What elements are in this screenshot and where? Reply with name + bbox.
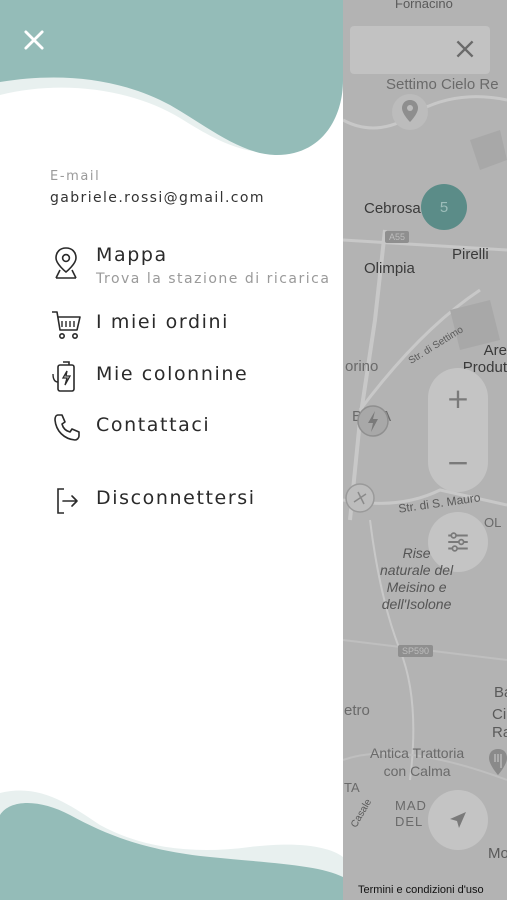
menu-label-disconnettersi: Disconnettersi <box>96 487 256 509</box>
map-label-fornacino: Fornacino <box>395 0 453 11</box>
zoom-controls: + − <box>428 368 488 492</box>
map-label-orino: orino <box>345 358 379 375</box>
menu-label-ordini: I miei ordini <box>96 311 230 333</box>
decorative-blob-bottom <box>0 790 343 900</box>
menu-item-ordini[interactable]: I miei ordini <box>50 308 340 348</box>
map-label-etro: etro <box>344 702 370 719</box>
map-label-ra: Ra <box>492 724 507 741</box>
map-label-ol: OL <box>484 515 502 530</box>
poi-pin-icon <box>392 94 428 130</box>
zoom-in-button[interactable]: + <box>428 368 488 428</box>
cart-icon <box>52 311 81 339</box>
zoom-out-button[interactable]: − <box>428 432 488 492</box>
phone-icon <box>54 414 80 441</box>
map-label-mad-del: MAD DEL <box>395 798 427 829</box>
road-badge-sp590: SP590 <box>398 645 434 657</box>
menu-sub-mappa: Trova la stazione di ricarica <box>96 271 331 287</box>
menu-label-contattaci: Contattaci <box>96 414 211 436</box>
email-value: gabriele.rossi@gmail.com <box>50 190 265 206</box>
menu-item-mappa[interactable]: Mappa Trova la stazione di ricarica <box>50 244 340 287</box>
map-label-riserva: Rise naturale del Meisino e dell'Isolone <box>380 545 454 612</box>
close-drawer-icon[interactable] <box>20 26 48 54</box>
navigation-arrow-icon <box>450 812 466 828</box>
logout-icon <box>57 488 78 514</box>
cluster-count: 5 <box>439 198 449 216</box>
station-cluster[interactable]: 5 <box>421 184 467 230</box>
map-label-mo: Mo <box>488 845 507 862</box>
menu-item-disconnettersi[interactable]: Disconnettersi <box>50 484 340 524</box>
map-label-cebrosa: Cebrosa <box>364 200 421 217</box>
charger-icon <box>52 361 75 392</box>
email-label: E-mail <box>50 169 101 184</box>
menu-item-colonnine[interactable]: Mie colonnine <box>50 360 340 400</box>
locate-me-button[interactable] <box>428 790 488 850</box>
road-badge-a55: A55 <box>385 231 410 243</box>
map-pin-icon <box>55 247 77 279</box>
search-close-icon[interactable] <box>452 36 478 62</box>
map-label-pirelli: Pirelli <box>452 246 489 263</box>
menu-item-contattaci[interactable]: Contattaci <box>50 411 340 451</box>
terms-link[interactable]: Termini e condizioni d'uso <box>358 884 484 896</box>
charging-station-icon[interactable] <box>355 403 391 443</box>
map-label-ta: TA <box>344 780 360 795</box>
charging-station-small-icon[interactable] <box>342 480 378 516</box>
restaurant-pin-icon <box>489 749 507 775</box>
map-label-antica-trattoria: Antica Trattoria con Calma <box>370 745 465 779</box>
side-drawer: E-mail gabriele.rossi@gmail.com Mappa Tr… <box>0 0 343 900</box>
menu-label-colonnine: Mie colonnine <box>96 363 249 385</box>
map-label-ci: Ci <box>492 706 507 723</box>
map-label-olimpia: Olimpia <box>364 260 415 277</box>
map-label-ba: Ba <box>494 684 507 701</box>
decorative-blob-top <box>0 0 343 156</box>
menu-label-mappa: Mappa <box>96 244 168 266</box>
